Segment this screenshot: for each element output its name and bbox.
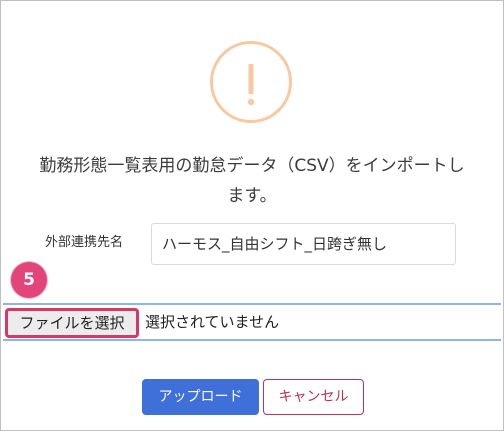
cancel-button[interactable]: キャンセル [263, 379, 364, 415]
file-status-text: 選択されていません [145, 313, 280, 331]
dialog-message: 勤務形態一覧表用の勤怠データ（CSV）をインポートし ます。 [1, 151, 503, 211]
step-badge: 5 [11, 262, 47, 298]
exclamation-icon [247, 64, 255, 106]
choose-file-button[interactable]: ファイルを選択 [5, 308, 139, 338]
warning-circle [210, 41, 292, 123]
file-input[interactable]: ファイルを選択 選択されていません [3, 303, 501, 341]
external-name-label: 外部連携先名 [45, 235, 124, 250]
upload-button[interactable]: アップロード [142, 379, 259, 415]
import-dialog: 勤務形態一覧表用の勤怠データ（CSV）をインポートし ます。 外部連携先名 ハー… [0, 0, 504, 431]
message-line-1: 勤務形態一覧表用の勤怠データ（CSV）をインポートし [39, 156, 465, 176]
external-name-field[interactable]: ハーモス_自由シフト_日跨ぎ無し [151, 223, 456, 265]
message-line-2: ます。 [227, 186, 277, 206]
